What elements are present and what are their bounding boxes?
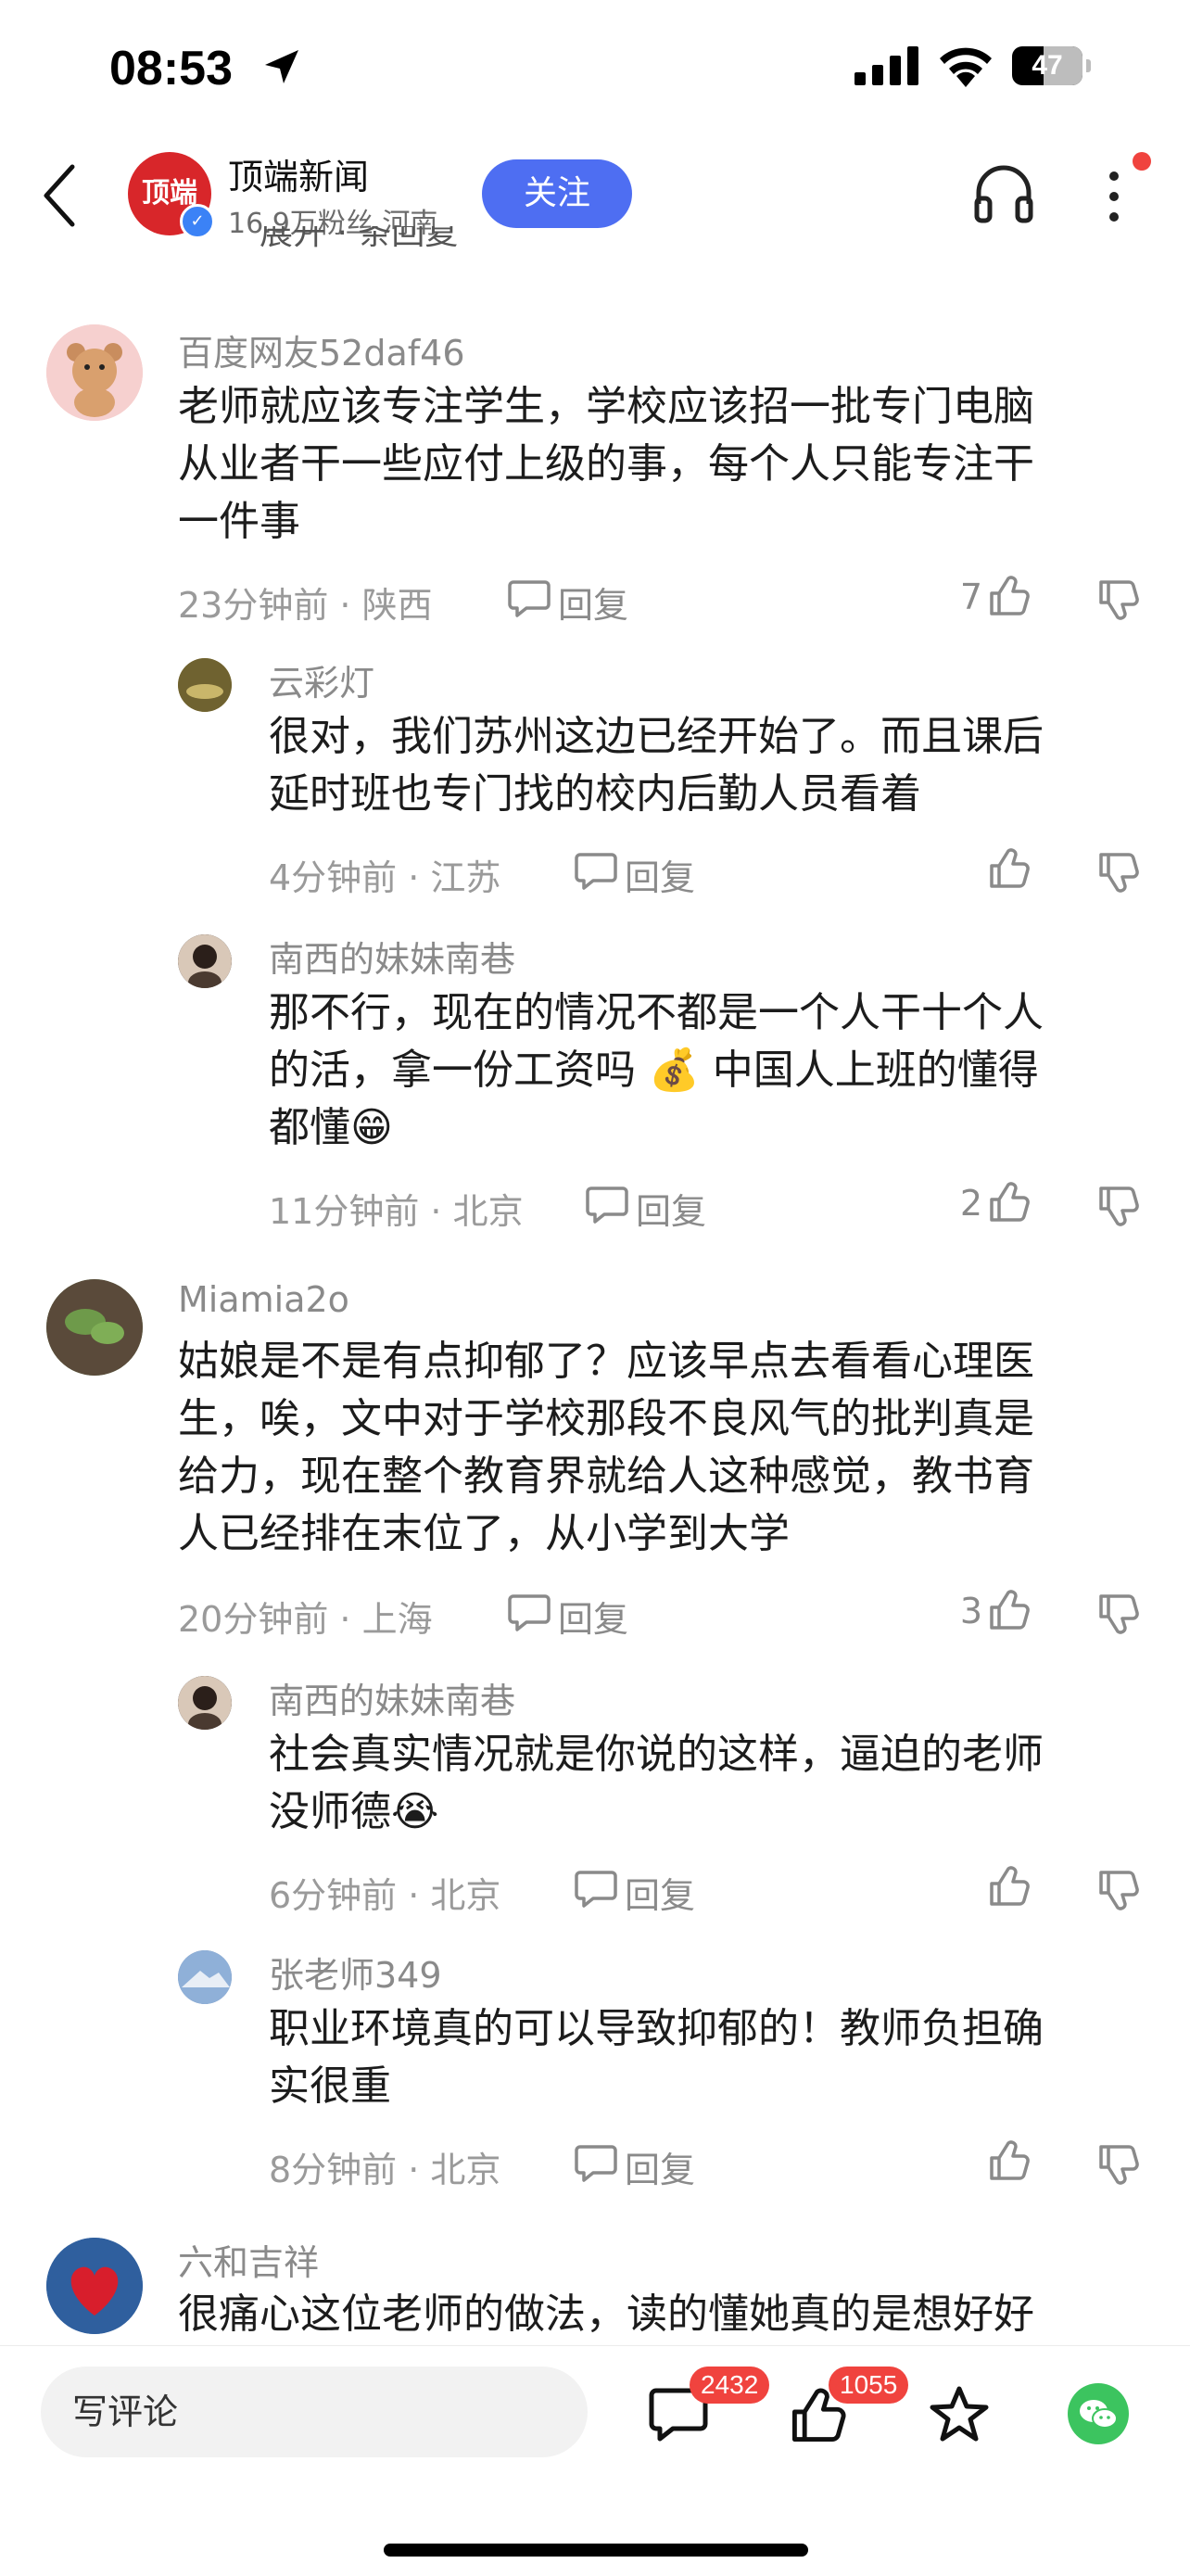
reply-button[interactable]: 回复 — [625, 849, 695, 900]
portrait-avatar-icon — [178, 934, 232, 988]
thumbs-down-icon[interactable] — [1097, 1593, 1140, 1635]
reply-button[interactable]: 回复 — [558, 577, 628, 628]
reply-button[interactable]: 回复 — [625, 1867, 695, 1918]
plant-avatar-icon — [46, 1279, 143, 1376]
back-arrow-icon[interactable] — [41, 163, 78, 228]
status-bar: 08:53 47 — [0, 0, 1190, 130]
follow-button[interactable]: 关注 — [482, 159, 632, 228]
comment-text: 很对，我们苏州这边已经开始了。而且课后 延时班也专门找的校内后勤人员看着 — [269, 713, 1044, 818]
portrait-avatar-icon — [178, 1676, 232, 1730]
comment-meta: 6分钟前 · 北京 — [269, 1875, 501, 1916]
avatar[interactable] — [178, 1676, 232, 1730]
battery-level: 47 — [1032, 50, 1063, 81]
star-favorite-icon[interactable] — [929, 2385, 990, 2444]
avatar[interactable] — [178, 934, 232, 988]
thumbs-down-icon[interactable] — [1097, 2143, 1140, 2186]
thumbs-down-icon[interactable] — [1097, 578, 1140, 621]
notification-dot — [1133, 152, 1151, 171]
comment-text: 很痛心这位老师的做法，读的懂她真的是想好好 — [178, 2290, 1034, 2338]
thumbs-down-icon[interactable] — [1097, 1185, 1140, 1227]
bottom-action-bar: 写评论 2432 1055 — [0, 2345, 1190, 2576]
comment-meta: 11分钟前 · 北京 — [269, 1191, 524, 1232]
more-options-icon[interactable] — [1105, 159, 1123, 234]
cellular-signal-icon — [855, 46, 918, 85]
comment-text: 职业环境真的可以导致抑郁的！教师负担确 实很重 — [269, 2005, 1044, 2110]
thumbs-up-icon[interactable] — [988, 1181, 1031, 1224]
heart-avatar-icon — [46, 2238, 143, 2334]
avatar[interactable] — [178, 1950, 232, 2004]
comment-username[interactable]: 百度网友52daf46 — [178, 324, 465, 375]
thumbs-up-icon[interactable] — [988, 1865, 1031, 1908]
reply-bubble-icon[interactable] — [575, 1869, 617, 1908]
home-indicator[interactable] — [384, 2544, 808, 2557]
headphones-icon[interactable] — [973, 161, 1034, 226]
comment-meta: 23分钟前 · 陕西 — [178, 585, 433, 626]
comment-username[interactable]: 云彩灯 — [269, 654, 374, 705]
reply-bubble-icon[interactable] — [586, 1185, 628, 1224]
partial-expand-text: 展开 · 条回复 — [260, 226, 459, 252]
comment-text: 姑娘是不是有点抑郁了？应该早点去看看心理医 生，唉，文中对于学校那段不良风气的批… — [178, 1338, 1034, 1557]
comment-meta: 4分钟前 · 江苏 — [269, 857, 501, 898]
battery-icon: 47 — [1012, 46, 1091, 85]
comment-username[interactable]: 南西的妹妹南巷 — [269, 931, 515, 982]
source-name[interactable]: 顶端新闻 — [228, 148, 369, 199]
comment-username[interactable]: 六和吉祥 — [178, 2234, 319, 2285]
avatar[interactable] — [178, 658, 232, 712]
location-arrow-icon — [265, 50, 298, 83]
thumbs-up-icon[interactable] — [988, 575, 1031, 617]
comment-input[interactable]: 写评论 — [41, 2367, 588, 2457]
comment-text: 老师就应该专注学生，学校应该招一批专门电脑 从业者干一些应付上级的事，每个人只能… — [178, 383, 1034, 545]
avatar[interactable] — [46, 1279, 143, 1376]
status-time: 08:53 — [109, 42, 233, 95]
comment-item: 六和吉祥 很痛心这位老师的做法，读的懂她真的是想好好 — [0, 2234, 1190, 2345]
thumbs-up-icon[interactable] — [988, 2139, 1031, 2182]
reply-bubble-icon[interactable] — [508, 578, 551, 617]
reply-bubble-icon[interactable] — [575, 851, 617, 890]
avatar[interactable] — [46, 324, 143, 421]
reply-button[interactable]: 回复 — [558, 1591, 628, 1642]
comment-text: 那不行，现在的情况不都是一个人干十个人 的活，拿一份工资吗 💰 中国人上班的懂得… — [269, 989, 1044, 1151]
thumbs-down-icon[interactable] — [1097, 1869, 1140, 1911]
mountain-avatar-icon — [178, 1950, 232, 2004]
reply-bubble-icon[interactable] — [508, 1593, 551, 1631]
comment-username[interactable]: 张老师349 — [269, 1947, 442, 1998]
thumbs-down-icon[interactable] — [1097, 851, 1140, 894]
comment-count-badge: 2432 — [690, 2367, 770, 2404]
bear-avatar-icon — [46, 324, 143, 421]
avatar[interactable] — [46, 2238, 143, 2334]
reply-button[interactable]: 回复 — [625, 2141, 695, 2192]
reply-button[interactable]: 回复 — [636, 1183, 706, 1234]
comment-username[interactable]: 南西的妹妹南巷 — [269, 1672, 515, 1723]
thumbs-up-icon[interactable] — [988, 1589, 1031, 1631]
reply-bubble-icon[interactable] — [575, 2143, 617, 2182]
comment-username[interactable]: Miamia2o — [178, 1279, 349, 1320]
like-count: 3 — [959, 1591, 982, 1631]
wechat-share-icon[interactable] — [1068, 2383, 1129, 2444]
like-count: 7 — [959, 577, 982, 617]
like-count: 2 — [959, 1183, 982, 1224]
verified-badge-icon: ✓ — [180, 204, 215, 239]
thumbs-up-icon[interactable] — [988, 847, 1031, 890]
like-count-badge: 1055 — [829, 2367, 909, 2404]
comment-text: 社会真实情况就是你说的这样，逼迫的老师 没师德😭 — [269, 1731, 1044, 1835]
comment-meta: 20分钟前 · 上海 — [178, 1599, 433, 1640]
wifi-icon — [940, 47, 992, 87]
comment-meta: 8分钟前 · 北京 — [269, 2150, 501, 2190]
landscape-avatar-icon — [178, 658, 232, 712]
